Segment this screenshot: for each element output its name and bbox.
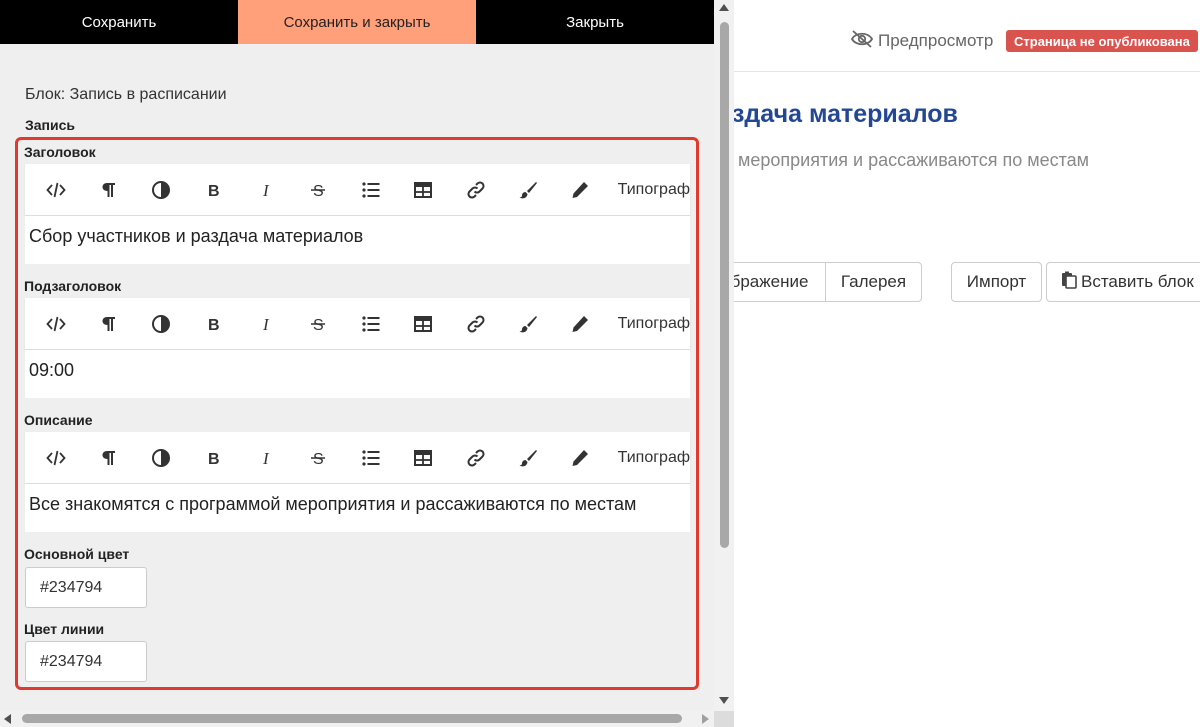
scroll-left-icon[interactable] (4, 714, 11, 724)
description-label: Описание (24, 412, 93, 428)
svg-text:S: S (313, 183, 324, 200)
bold-icon[interactable]: B (194, 440, 232, 476)
contrast-icon[interactable] (142, 440, 180, 476)
heading-label: Заголовок (24, 144, 96, 160)
list-icon[interactable] (352, 440, 390, 476)
list-icon[interactable] (352, 172, 390, 208)
paragraph-icon[interactable] (89, 440, 127, 476)
import-button[interactable]: Импорт (951, 262, 1042, 302)
table-icon[interactable] (404, 306, 442, 342)
background-topbar: Предпросмотр Страница не опубликована (714, 0, 1200, 72)
svg-text:S: S (313, 317, 324, 334)
svg-text:B: B (208, 317, 220, 334)
heading-editor[interactable]: Сбор участников и раздача материалов (25, 216, 690, 264)
strikethrough-icon[interactable]: S (299, 306, 337, 342)
clipboard-icon (1061, 271, 1077, 294)
link-icon[interactable] (456, 172, 494, 208)
subheading-label: Подзаголовок (24, 278, 122, 294)
save-button[interactable]: Сохранить (0, 0, 238, 44)
description-editor[interactable]: Все знакомятся с программой мероприятия … (25, 484, 690, 532)
paragraph-icon[interactable] (89, 172, 127, 208)
scrollbar-corner (714, 711, 734, 727)
status-badge: Страница не опубликована (1006, 30, 1198, 52)
italic-icon[interactable]: I (247, 172, 285, 208)
main-color-input[interactable] (25, 567, 147, 608)
top-actions: Сохранить Сохранить и закрыть Закрыть (0, 0, 714, 44)
scroll-right-icon[interactable] (702, 714, 709, 724)
pencil-icon[interactable] (561, 440, 599, 476)
background-page: Предпросмотр Страница не опубликована зд… (714, 0, 1200, 727)
italic-icon[interactable]: I (247, 306, 285, 342)
background-subtitle: мероприятия и рассаживаются по местам (738, 150, 1090, 170)
preview-link[interactable]: Предпросмотр (850, 29, 994, 54)
code-icon[interactable] (37, 172, 75, 208)
description-toolbar: B I S Типограф (25, 432, 690, 484)
eye-slash-icon (850, 29, 874, 54)
vertical-scrollbar[interactable] (714, 0, 734, 711)
svg-text:I: I (262, 181, 270, 200)
insert-block-label: Вставить блок (1081, 272, 1194, 291)
horizontal-scroll-thumb[interactable] (22, 714, 682, 723)
subheading-toolbar: B I S Типограф (25, 298, 690, 350)
typograph-button[interactable]: Типограф (618, 181, 690, 199)
line-color-input[interactable] (25, 641, 147, 682)
typograph-button[interactable]: Типограф (618, 315, 690, 333)
svg-text:B: B (208, 451, 220, 468)
horizontal-scrollbar[interactable] (0, 711, 714, 727)
scroll-up-icon[interactable] (719, 4, 729, 11)
svg-text:B: B (208, 183, 220, 200)
brush-icon[interactable] (509, 306, 547, 342)
italic-icon[interactable]: I (247, 440, 285, 476)
strikethrough-icon[interactable]: S (299, 440, 337, 476)
preview-label: Предпросмотр (878, 31, 994, 50)
brush-icon[interactable] (509, 440, 547, 476)
insert-block-button[interactable]: Вставить блок (1046, 262, 1200, 302)
paragraph-icon[interactable] (89, 306, 127, 342)
section-label: Запись (25, 117, 76, 133)
subheading-editor[interactable]: 09:00 (25, 350, 690, 398)
bold-icon[interactable]: B (194, 306, 232, 342)
brush-icon[interactable] (509, 172, 547, 208)
background-title: здача материалов (732, 100, 958, 128)
table-icon[interactable] (404, 440, 442, 476)
list-icon[interactable] (352, 306, 390, 342)
code-icon[interactable] (37, 306, 75, 342)
close-button[interactable]: Закрыть (476, 0, 714, 44)
scroll-down-icon[interactable] (719, 697, 729, 704)
svg-text:S: S (313, 451, 324, 468)
typograph-button[interactable]: Типограф (618, 449, 690, 467)
contrast-icon[interactable] (142, 172, 180, 208)
block-label: Блок: Запись в расписании (25, 86, 227, 103)
contrast-icon[interactable] (142, 306, 180, 342)
link-icon[interactable] (456, 440, 494, 476)
code-icon[interactable] (37, 440, 75, 476)
strikethrough-icon[interactable]: S (299, 172, 337, 208)
svg-text:I: I (262, 315, 270, 334)
save-close-button[interactable]: Сохранить и закрыть (238, 0, 476, 44)
line-color-label: Цвет линии (24, 621, 105, 637)
bold-icon[interactable]: B (194, 172, 232, 208)
pencil-icon[interactable] (561, 172, 599, 208)
main-color-label: Основной цвет (24, 546, 130, 562)
svg-text:I: I (262, 449, 270, 468)
pencil-icon[interactable] (561, 306, 599, 342)
heading-toolbar: B I S Типограф (25, 164, 690, 216)
table-icon[interactable] (404, 172, 442, 208)
link-icon[interactable] (456, 306, 494, 342)
gallery-button[interactable]: Галерея (825, 262, 922, 302)
editor-panel: Сохранить Сохранить и закрыть Закрыть Бл… (0, 0, 714, 711)
vertical-scroll-thumb[interactable] (720, 22, 729, 548)
page: Предпросмотр Страница не опубликована зд… (0, 0, 1200, 727)
